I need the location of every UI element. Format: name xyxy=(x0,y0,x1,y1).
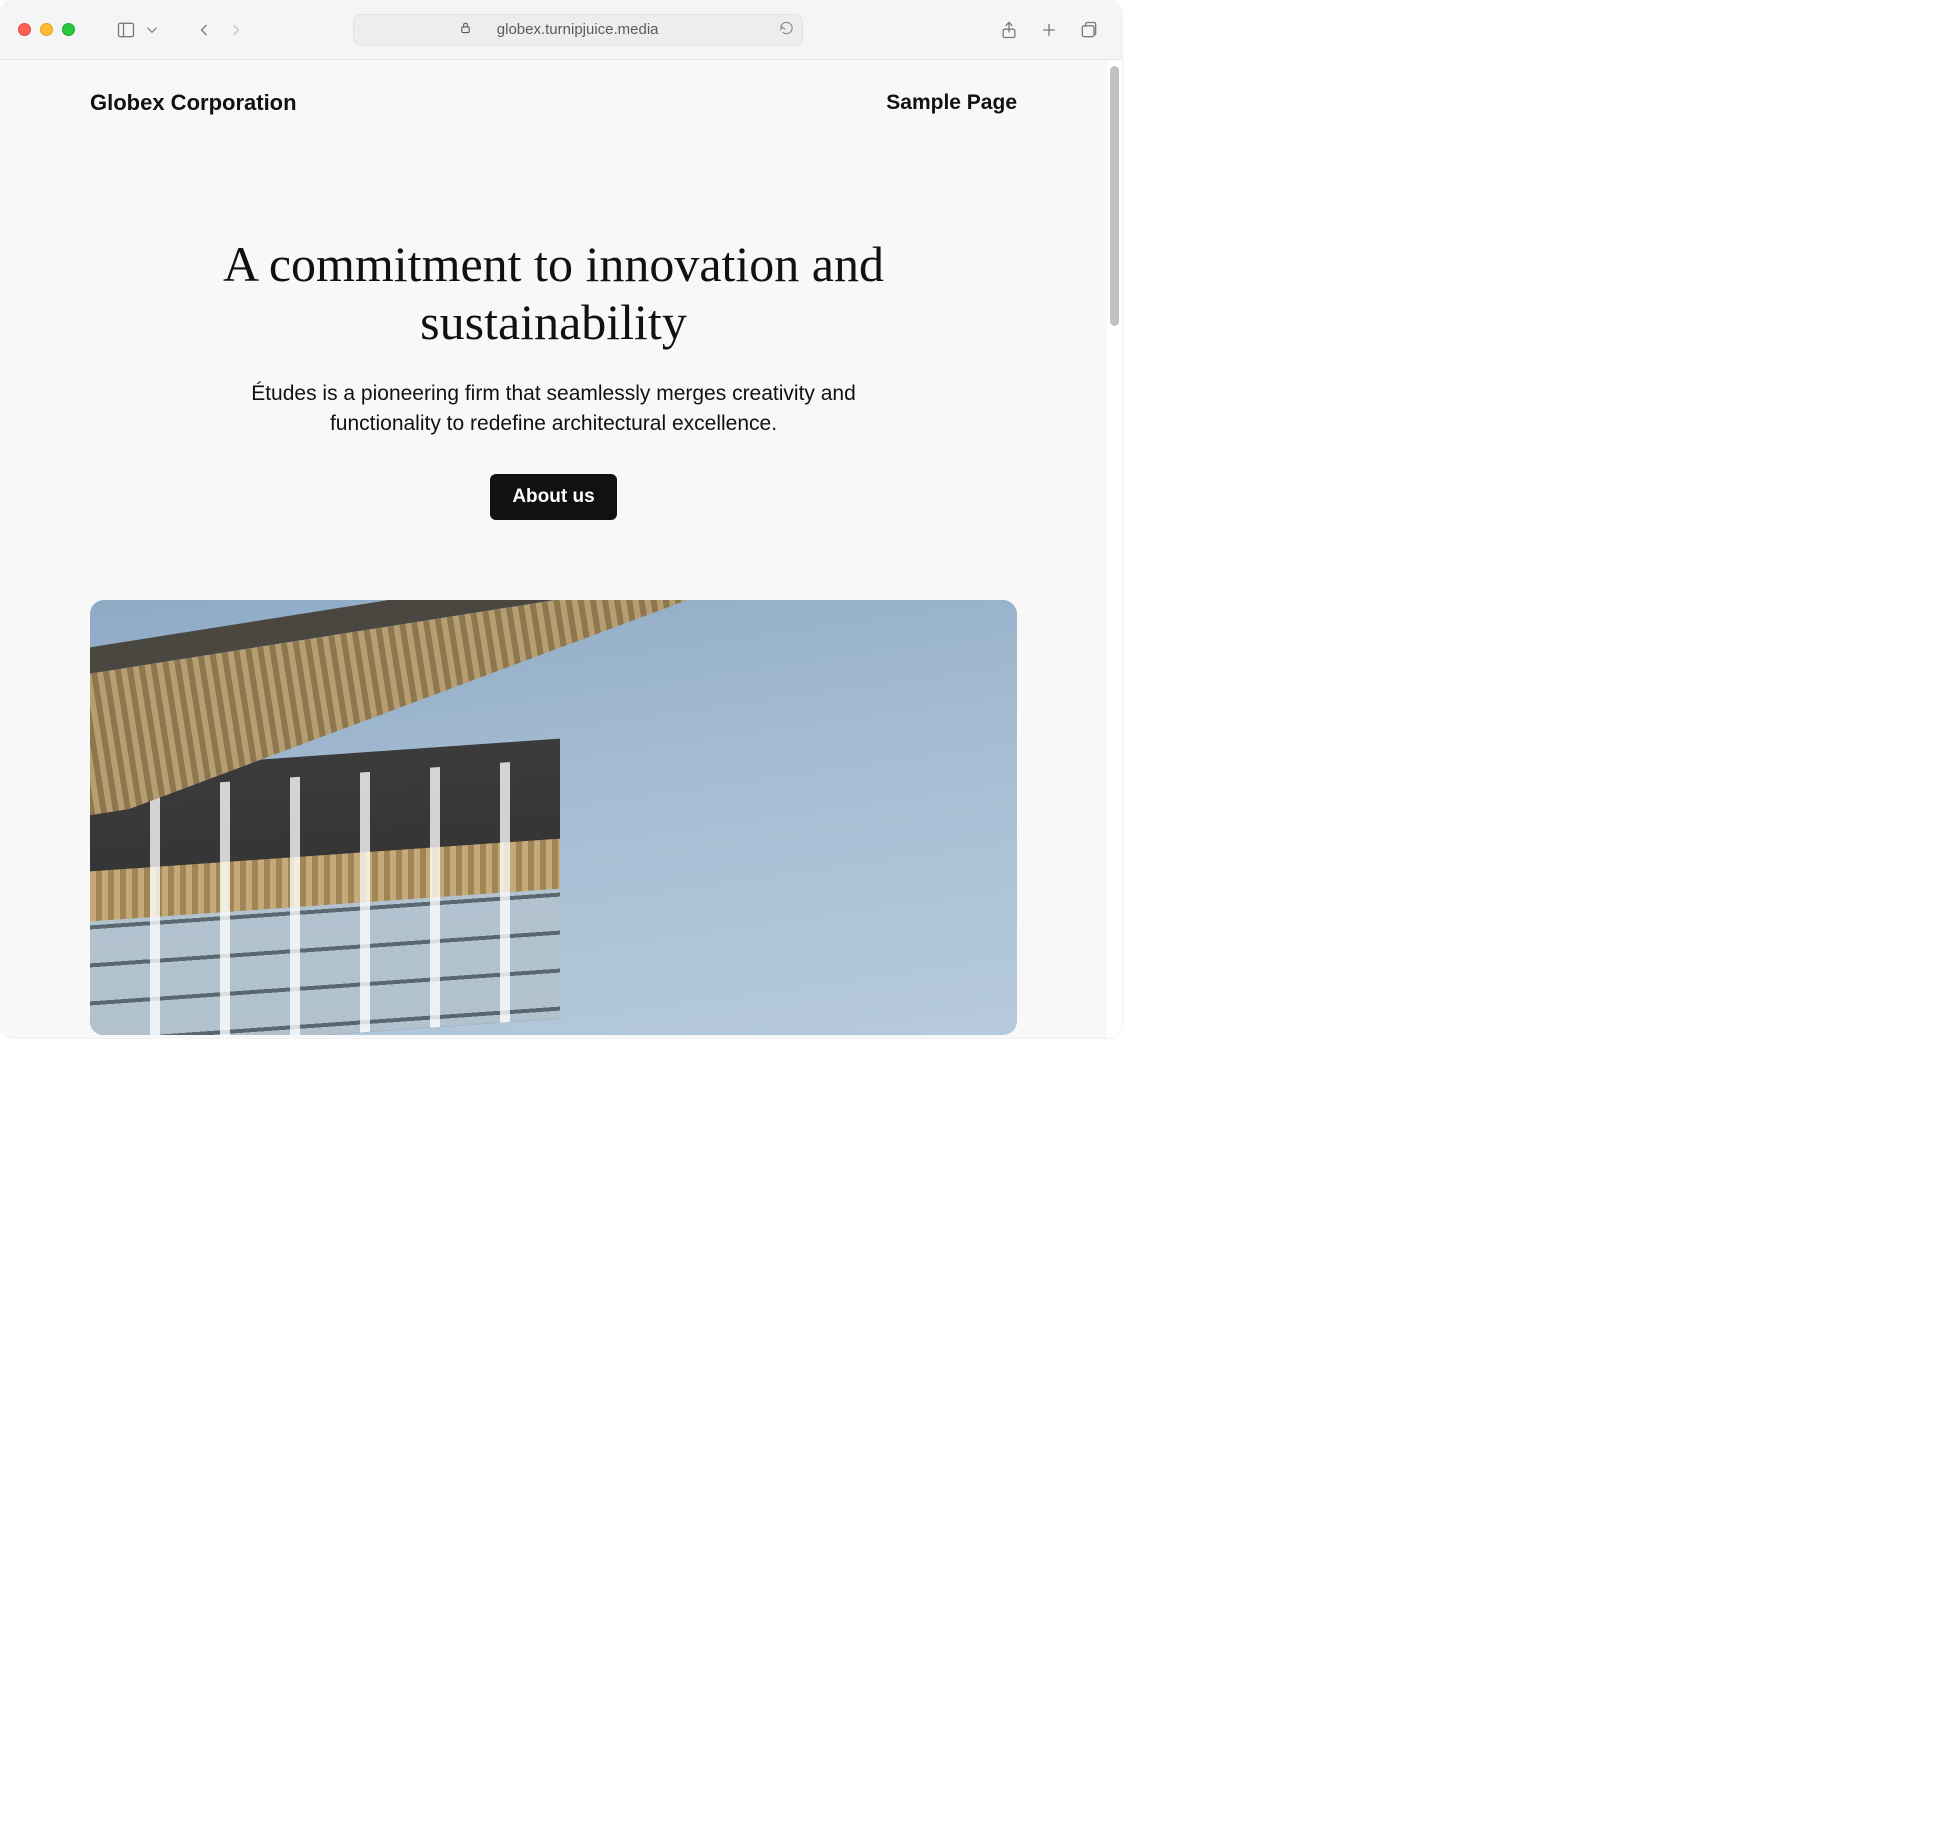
address-bar-url: globex.turnipjuice.media xyxy=(497,21,659,38)
hero-heading: A commitment to innovation and sustainab… xyxy=(174,236,934,351)
sidebar-toggle-icon[interactable] xyxy=(111,15,141,45)
hero-subheading: Études is a pioneering firm that seamles… xyxy=(224,379,884,440)
lock-icon xyxy=(458,20,473,39)
hero-image xyxy=(90,600,1017,1035)
page-content[interactable]: Globex Corporation Sample Page A commitm… xyxy=(0,60,1107,1038)
window-close-button[interactable] xyxy=(18,23,31,36)
browser-toolbar: globex.turnipjuice.media xyxy=(0,0,1122,60)
back-button[interactable] xyxy=(189,15,219,45)
new-tab-icon[interactable] xyxy=(1034,15,1064,45)
vertical-scrollbar[interactable] xyxy=(1107,60,1122,1038)
address-bar[interactable]: globex.turnipjuice.media xyxy=(353,14,803,46)
browser-viewport: Globex Corporation Sample Page A commitm… xyxy=(0,60,1122,1038)
tab-groups-chevron-icon[interactable] xyxy=(143,15,161,45)
share-icon[interactable] xyxy=(994,15,1024,45)
window-controls xyxy=(18,23,75,36)
hero-image-container xyxy=(0,520,1107,1038)
about-us-button[interactable]: About us xyxy=(490,474,616,520)
nav-link-sample-page[interactable]: Sample Page xyxy=(886,91,1017,114)
site-title[interactable]: Globex Corporation xyxy=(90,90,297,116)
hero-section: A commitment to innovation and sustainab… xyxy=(0,116,1107,520)
window-minimize-button[interactable] xyxy=(40,23,53,36)
window-zoom-button[interactable] xyxy=(62,23,75,36)
scrollbar-thumb[interactable] xyxy=(1110,66,1119,326)
tab-overview-icon[interactable] xyxy=(1074,15,1104,45)
site-header: Globex Corporation Sample Page xyxy=(0,60,1107,116)
browser-window: globex.turnipjuice.media Globex Corporat… xyxy=(0,0,1122,1038)
forward-button xyxy=(221,15,251,45)
reload-icon[interactable] xyxy=(779,20,794,39)
site-nav: Sample Page xyxy=(886,91,1017,115)
